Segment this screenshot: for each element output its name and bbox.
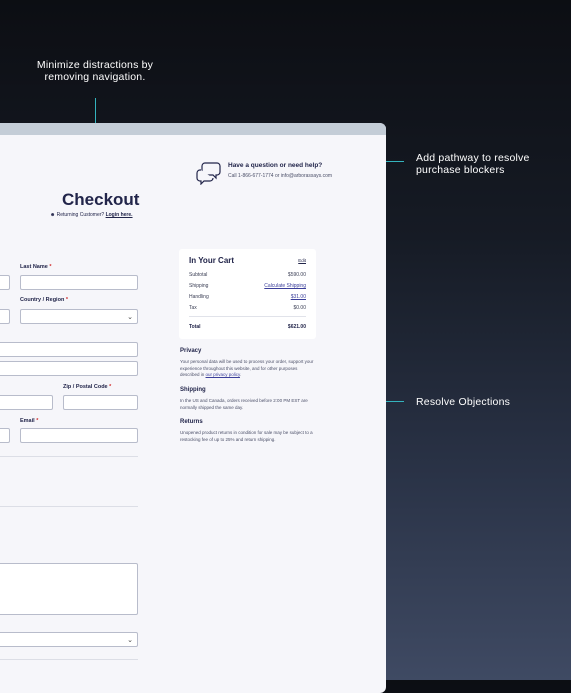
user-icon: ☻ bbox=[50, 212, 56, 218]
returns-text: Unopened product returns in condition fo… bbox=[180, 430, 313, 442]
help-title: Have a question or need help? bbox=[228, 162, 323, 169]
order-notes-textarea[interactable] bbox=[0, 563, 138, 615]
zip-field[interactable] bbox=[63, 395, 138, 410]
form-divider-3 bbox=[0, 659, 138, 660]
browser-top-bar bbox=[0, 123, 386, 135]
checkout-page-mockup: Have a question or need help? Call 1-866… bbox=[0, 123, 386, 693]
form-divider-1 bbox=[0, 456, 138, 457]
cart-row-tax: Tax $0.00 bbox=[189, 305, 306, 311]
returning-prefix: Returning Customer? bbox=[56, 212, 105, 218]
annotation-help-pathway: Add pathway to resolve purchase blockers bbox=[416, 152, 530, 176]
cart-divider bbox=[189, 316, 306, 317]
chevron-down-icon: ⌄ bbox=[127, 314, 133, 321]
help-contact[interactable]: Call 1-866-677-1774 or info@arborassays.… bbox=[228, 173, 332, 179]
country-label: Country / Region * bbox=[20, 297, 68, 303]
address-line-2-field[interactable] bbox=[0, 361, 138, 376]
cart-row-subtotal: Subtotal $590.00 bbox=[189, 272, 306, 278]
cart-row-handling: Handling $31.00 bbox=[189, 294, 306, 300]
cart-edit-link[interactable]: Edit bbox=[298, 258, 306, 263]
login-link[interactable]: Login here. bbox=[106, 212, 133, 218]
cart-title: In Your Cart bbox=[189, 256, 235, 265]
form-divider-2 bbox=[0, 506, 138, 507]
cart-row-total: Total $621.00 bbox=[189, 324, 306, 330]
privacy-heading: Privacy bbox=[180, 348, 202, 354]
first-name-field[interactable] bbox=[0, 275, 10, 290]
privacy-policy-link[interactable]: our privacy policy bbox=[206, 372, 240, 377]
cart-row-shipping: Shipping Calculate Shipping bbox=[189, 283, 306, 289]
shipping-heading: Shipping bbox=[180, 387, 206, 393]
zip-label: Zip / Postal Code * bbox=[63, 384, 112, 390]
email-field[interactable] bbox=[20, 428, 138, 443]
page-title: Checkout bbox=[62, 190, 140, 209]
cart-summary: In Your Cart Edit Subtotal $590.00 Shippi… bbox=[179, 249, 316, 339]
shipping-text: In the US and Canada, orders received be… bbox=[180, 398, 308, 410]
returns-heading: Returns bbox=[180, 419, 203, 425]
returning-customer: ☻ Returning Customer? Login here. bbox=[50, 212, 133, 218]
annotation-resolve-objections: Resolve Objections bbox=[416, 396, 511, 408]
company-field[interactable] bbox=[0, 309, 10, 324]
email-label: Email * bbox=[20, 418, 39, 424]
chevron-down-icon: ⌄ bbox=[127, 637, 133, 644]
last-name-label: Last Name * bbox=[20, 264, 52, 270]
country-select[interactable]: ⌄ bbox=[20, 309, 138, 324]
calculate-shipping-link[interactable]: Calculate Shipping bbox=[264, 283, 306, 289]
payment-select[interactable]: ⌄ bbox=[0, 632, 138, 647]
phone-field[interactable] bbox=[0, 428, 10, 443]
last-name-field[interactable] bbox=[20, 275, 138, 290]
annotation-minimize-distractions: Minimize distractions by removing naviga… bbox=[36, 59, 154, 83]
privacy-text: Your personal data will be used to proce… bbox=[180, 359, 314, 378]
chat-bubbles-icon bbox=[196, 161, 222, 186]
city-field[interactable] bbox=[0, 395, 53, 410]
address-line-1-field[interactable] bbox=[0, 342, 138, 357]
